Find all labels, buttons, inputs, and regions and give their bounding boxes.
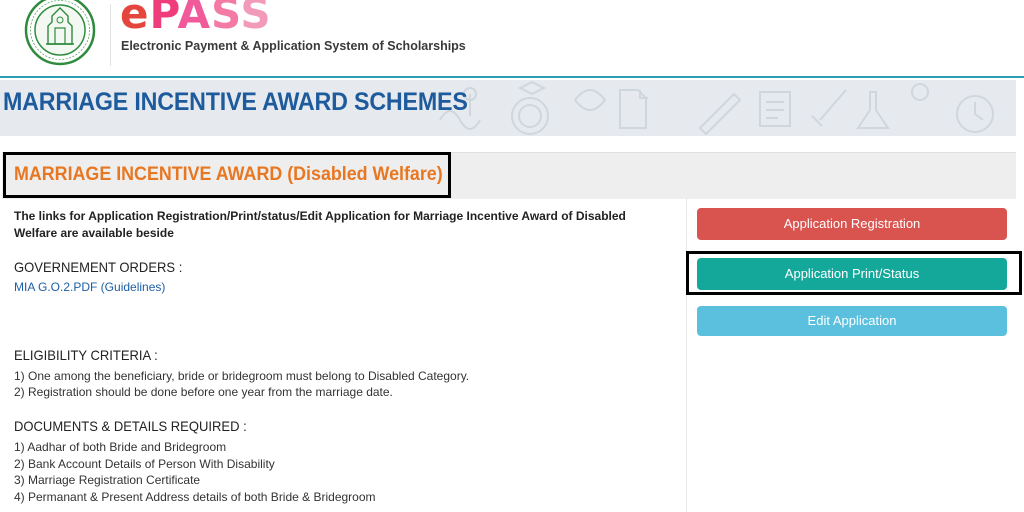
site-header: ePASS Electronic Payment & Application S… [0,0,1024,78]
document-item: 1) Aadhar of both Bride and Bridegroom [14,440,227,454]
page-title: MARRIAGE INCENTIVE AWARD SCHEMES [3,88,468,116]
site-tagline: Electronic Payment & Application System … [121,39,466,53]
brand-divider [110,4,111,66]
eligibility-item: 2) Registration should be done before on… [14,385,393,399]
section-title: MARRIAGE INCENTIVE AWARD (Disabled Welfa… [14,164,443,185]
print-status-highlight-box [686,251,1022,295]
document-item: 4) Permanant & Present Address details o… [14,490,376,504]
government-emblem-icon [24,0,96,66]
document-item: 3) Marriage Registration Certificate [14,473,201,487]
edit-application-button[interactable]: Edit Application [697,306,1007,336]
documents-heading: DOCUMENTS & DETAILS REQUIRED : [14,418,247,434]
govt-orders-heading: GOVERNEMENT ORDERS : [14,259,183,275]
guidelines-pdf-link[interactable]: MIA G.O.2.PDF (Guidelines) [14,280,165,294]
eligibility-heading: ELIGIBILITY CRITERIA : [14,347,158,363]
header-divider [0,76,1024,78]
eligibility-item: 1) One among the beneficiary, bride or b… [14,369,470,383]
document-item: 2) Bank Account Details of Person With D… [14,457,275,471]
epass-logo: ePASS [120,0,272,38]
application-registration-button[interactable]: Application Registration [697,208,1007,240]
column-divider [686,198,687,512]
guidelines-link-row: MIA G.O.2.PDF (Guidelines) [14,279,165,295]
intro-text: The links for Application Registration/P… [14,209,626,240]
